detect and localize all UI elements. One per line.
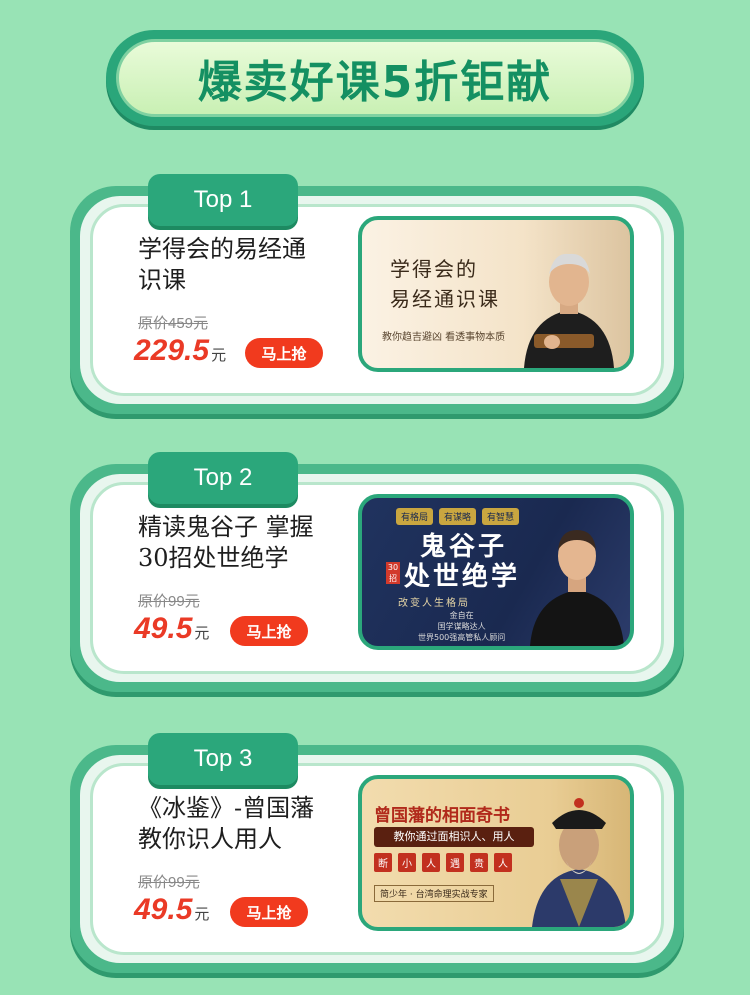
thumb-tag: 有格局 [396, 508, 434, 525]
rank-label: Top 1 [193, 186, 253, 213]
thumb-keyword: 断 [374, 853, 392, 872]
instructor-portrait [524, 253, 614, 368]
thumb-subtitle: 改变人生格局 [398, 598, 470, 609]
sale-price: 229.5 元 [134, 334, 226, 368]
course-thumbnail[interactable]: 曾国藩的相面奇书 教你通过面相识人、用人 断 小 人 遇 贵 人 简少年 · 台… [358, 775, 634, 931]
historical-portrait [532, 798, 626, 927]
thumb-keywords: 断 小 人 遇 贵 人 [374, 853, 512, 872]
buy-now-button[interactable]: 马上抢 [230, 616, 308, 646]
buy-now-button[interactable]: 马上抢 [230, 897, 308, 927]
rank-label: Top 2 [193, 464, 253, 491]
course-card-1[interactable]: Top 1 学得会的易经通 识课 原价459元 229.5 元 马上抢 学得会的 … [70, 174, 684, 414]
course-title-line: 30招处世绝学 [138, 544, 289, 572]
thumb-info-line: 世界500强高管私人顾问 [418, 633, 506, 642]
thumb-title: 学得会的 易经通识课 [390, 254, 500, 314]
course-title[interactable]: 精读鬼谷子 掌握 30招处世绝学 [138, 512, 348, 574]
thumb-subtitle: 简少年 · 台湾命理实战专家 [374, 885, 494, 902]
rank-tab: Top 1 [148, 174, 298, 226]
buy-now-button[interactable]: 马上抢 [245, 338, 323, 368]
page-title: 爆卖好课5折钜献 [197, 57, 553, 108]
course-title-line: 精读鬼谷子 掌握 [138, 513, 314, 541]
course-title[interactable]: 《冰鉴》-曾国藩 教你识人用人 [138, 793, 358, 855]
rank-label: Top 3 [193, 745, 253, 772]
sale-price: 49.5 元 [134, 893, 209, 927]
instructor-portrait [530, 530, 624, 646]
price-unit: 元 [211, 347, 227, 364]
price-unit: 元 [194, 625, 210, 642]
price-value: 229.5 [134, 334, 210, 367]
price-unit: 元 [194, 906, 210, 923]
thumb-title-line: 易经通识课 [390, 287, 500, 311]
thumb-keyword: 贵 [470, 853, 488, 872]
thumb-tag: 有智慧 [482, 508, 520, 525]
header-banner: 爆卖好课5折钜献 [106, 30, 644, 126]
rank-tab: Top 2 [148, 452, 298, 504]
thumb-keyword: 人 [422, 853, 440, 872]
price-value: 49.5 [134, 612, 193, 645]
thumb-keyword: 人 [494, 853, 512, 872]
sale-price: 49.5 元 [134, 612, 209, 646]
course-title-line: 《冰鉴》-曾国藩 [138, 794, 315, 822]
thumb-keyword: 小 [398, 853, 416, 872]
original-price: 原价99元 [138, 593, 200, 610]
thumb-title: 曾国藩的相面奇书 [374, 806, 510, 826]
thumb-badge: 30招 [386, 562, 400, 584]
thumb-instructor-info: 金自在 国学谋略达人 世界500强高管私人顾问 [418, 610, 505, 643]
course-thumbnail[interactable]: 学得会的 易经通识课 教你趋吉避凶 看透事物本质 [358, 216, 634, 372]
thumb-info-line: 金自在 [449, 611, 474, 620]
thumb-title: 处世绝学 [404, 562, 521, 592]
thumb-band-text: 教你通过面相识人、用人 [393, 830, 515, 843]
course-title-line: 学得会的易经通 [138, 235, 306, 263]
original-price: 原价99元 [138, 874, 200, 891]
thumb-title-line: 学得会的 [390, 257, 478, 281]
original-price: 原价459元 [138, 315, 209, 332]
thumb-subtitle: 教你趋吉避凶 看透事物本质 [382, 332, 506, 343]
thumb-tags: 有格局 有谋略 有智慧 [396, 508, 520, 525]
thumb-info-line: 国学谋略达人 [437, 622, 486, 631]
course-title-line: 教你识人用人 [138, 825, 282, 853]
price-value: 49.5 [134, 893, 193, 926]
course-title-line: 识课 [138, 266, 186, 294]
thumb-keyword: 遇 [446, 853, 464, 872]
course-card-2[interactable]: Top 2 精读鬼谷子 掌握 30招处世绝学 原价99元 49.5 元 马上抢 有… [70, 452, 684, 692]
course-card-3[interactable]: Top 3 《冰鉴》-曾国藩 教你识人用人 原价99元 49.5 元 马上抢 曾国… [70, 733, 684, 973]
course-thumbnail[interactable]: 有格局 有谋略 有智慧 鬼谷子 30招 处世绝学 改变人生格局 金自在 国学谋略… [358, 494, 634, 650]
thumb-tag: 有谋略 [439, 508, 477, 525]
header-banner-inner: 爆卖好课5折钜献 [116, 39, 634, 117]
course-title[interactable]: 学得会的易经通 识课 [138, 234, 348, 296]
rank-tab: Top 3 [148, 733, 298, 785]
